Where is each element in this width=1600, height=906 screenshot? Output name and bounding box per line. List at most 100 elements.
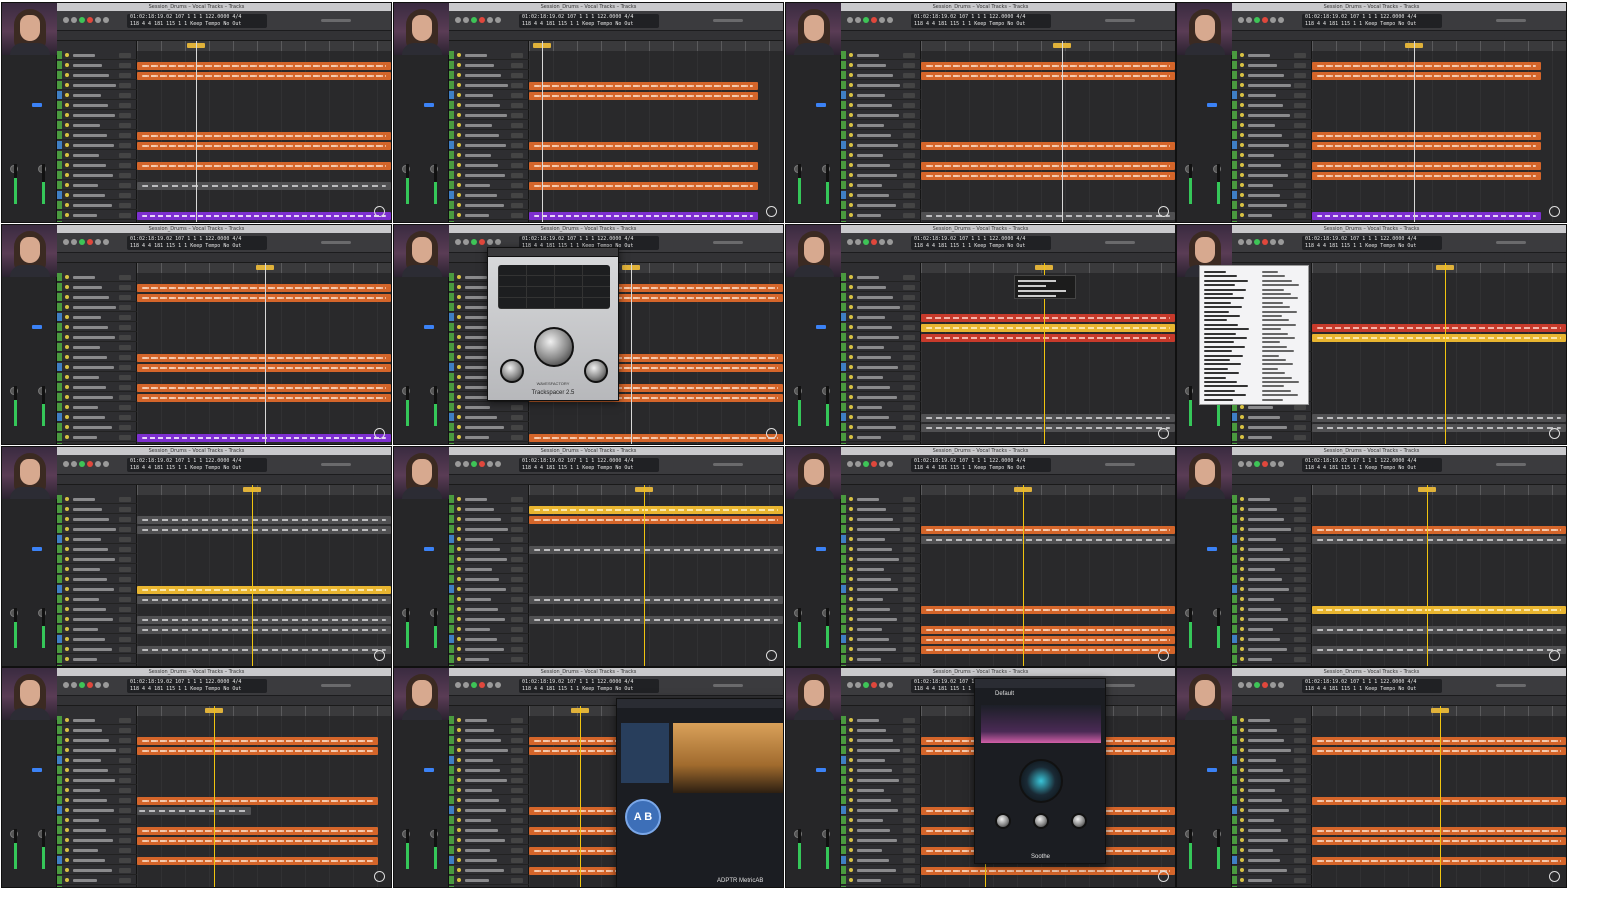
volume-fader[interactable] xyxy=(1217,608,1220,648)
mute-solo-buttons[interactable] xyxy=(119,153,131,158)
mute-solo-buttons[interactable] xyxy=(1294,527,1306,532)
mute-solo-buttons[interactable] xyxy=(119,507,131,512)
mute-solo-buttons[interactable] xyxy=(903,103,915,108)
track-header[interactable] xyxy=(1232,876,1312,885)
track-header[interactable] xyxy=(841,61,921,70)
transport-button-icon[interactable] xyxy=(879,17,885,23)
mute-solo-buttons[interactable] xyxy=(903,375,915,380)
audio-region[interactable] xyxy=(1312,646,1566,654)
track-header[interactable] xyxy=(57,846,137,855)
mute-solo-buttons[interactable] xyxy=(903,617,915,622)
play-icon[interactable] xyxy=(79,17,85,23)
transport-button-icon[interactable] xyxy=(455,239,461,245)
audio-region[interactable] xyxy=(921,606,1175,614)
mute-solo-buttons[interactable] xyxy=(511,758,523,763)
audio-region[interactable] xyxy=(921,162,1175,170)
audio-region[interactable] xyxy=(921,526,1175,534)
audio-region[interactable] xyxy=(137,212,391,220)
menu-item[interactable] xyxy=(1204,372,1239,375)
mute-solo-buttons[interactable] xyxy=(511,808,523,813)
mute-solo-buttons[interactable] xyxy=(1294,838,1306,843)
mute-solo-buttons[interactable] xyxy=(903,657,915,662)
setting-button[interactable] xyxy=(1207,103,1217,107)
record-icon[interactable] xyxy=(87,682,93,688)
setting-button[interactable] xyxy=(424,547,434,551)
track-header[interactable] xyxy=(57,363,137,372)
transport-button-icon[interactable] xyxy=(463,17,469,23)
track-header[interactable] xyxy=(449,413,529,422)
track-header[interactable] xyxy=(449,575,529,584)
track-header[interactable] xyxy=(841,273,921,282)
mute-solo-buttons[interactable] xyxy=(119,778,131,783)
track-header[interactable] xyxy=(841,826,921,835)
track-header[interactable] xyxy=(1232,595,1312,604)
transport-button-icon[interactable] xyxy=(487,461,493,467)
mute-solo-buttons[interactable] xyxy=(119,647,131,652)
track-header[interactable] xyxy=(1232,816,1312,825)
mute-solo-buttons[interactable] xyxy=(1294,848,1306,853)
track-header[interactable] xyxy=(449,191,529,200)
mute-solo-buttons[interactable] xyxy=(1294,153,1306,158)
mute-solo-buttons[interactable] xyxy=(119,173,131,178)
volume-fader[interactable] xyxy=(798,608,801,648)
menu-item[interactable] xyxy=(1204,385,1248,388)
track-header[interactable] xyxy=(57,303,137,312)
track-header[interactable] xyxy=(57,505,137,514)
play-icon[interactable] xyxy=(471,461,477,467)
transport-button-icon[interactable] xyxy=(887,682,893,688)
mute-solo-buttons[interactable] xyxy=(903,567,915,572)
mute-solo-buttons[interactable] xyxy=(1294,537,1306,542)
track-header[interactable] xyxy=(449,535,529,544)
mute-solo-buttons[interactable] xyxy=(119,868,131,873)
track-header[interactable] xyxy=(1232,515,1312,524)
play-icon[interactable] xyxy=(863,17,869,23)
audio-region[interactable] xyxy=(1312,837,1566,845)
mute-solo-buttons[interactable] xyxy=(1294,435,1306,440)
mute-solo-buttons[interactable] xyxy=(1294,93,1306,98)
mute-solo-buttons[interactable] xyxy=(1294,213,1306,218)
mute-solo-buttons[interactable] xyxy=(119,335,131,340)
transport-button-icon[interactable] xyxy=(487,682,493,688)
track-header[interactable] xyxy=(57,655,137,664)
mute-solo-buttons[interactable] xyxy=(1294,637,1306,642)
transport-button-icon[interactable] xyxy=(71,17,77,23)
audio-region[interactable] xyxy=(921,414,1175,422)
volume-fader[interactable] xyxy=(1217,164,1220,204)
master-volume-slider[interactable] xyxy=(1105,19,1135,22)
track-header[interactable] xyxy=(57,211,137,220)
track-header[interactable] xyxy=(57,515,137,524)
track-header[interactable] xyxy=(1232,726,1312,735)
menu-item[interactable] xyxy=(1204,341,1234,344)
track-header[interactable] xyxy=(841,746,921,755)
mute-solo-buttons[interactable] xyxy=(511,828,523,833)
mute-solo-buttons[interactable] xyxy=(511,878,523,883)
mute-solo-buttons[interactable] xyxy=(119,365,131,370)
master-volume-slider[interactable] xyxy=(1496,463,1526,466)
mute-solo-buttons[interactable] xyxy=(511,193,523,198)
track-header[interactable] xyxy=(57,413,137,422)
transport-button-icon[interactable] xyxy=(463,461,469,467)
track-header[interactable] xyxy=(57,786,137,795)
audio-region[interactable] xyxy=(529,506,783,514)
setting-button[interactable] xyxy=(424,103,434,107)
track-header[interactable] xyxy=(841,313,921,322)
track-header[interactable] xyxy=(841,393,921,402)
volume-fader[interactable] xyxy=(1217,829,1220,869)
transport-button-icon[interactable] xyxy=(71,461,77,467)
transport-button-icon[interactable] xyxy=(495,17,501,23)
mute-solo-buttons[interactable] xyxy=(903,405,915,410)
playhead[interactable] xyxy=(1445,263,1447,444)
menu-item[interactable] xyxy=(1204,323,1238,326)
track-header[interactable] xyxy=(841,555,921,564)
mute-solo-buttons[interactable] xyxy=(119,385,131,390)
audio-region[interactable] xyxy=(921,62,1175,70)
menu-item[interactable] xyxy=(1204,367,1228,370)
setting-button[interactable] xyxy=(424,325,434,329)
track-header[interactable] xyxy=(1232,121,1312,130)
mute-solo-buttons[interactable] xyxy=(511,647,523,652)
track-header[interactable] xyxy=(57,51,137,60)
track-header[interactable] xyxy=(841,201,921,210)
mute-solo-buttons[interactable] xyxy=(511,778,523,783)
mute-solo-buttons[interactable] xyxy=(903,315,915,320)
transport-button-icon[interactable] xyxy=(1278,17,1284,23)
